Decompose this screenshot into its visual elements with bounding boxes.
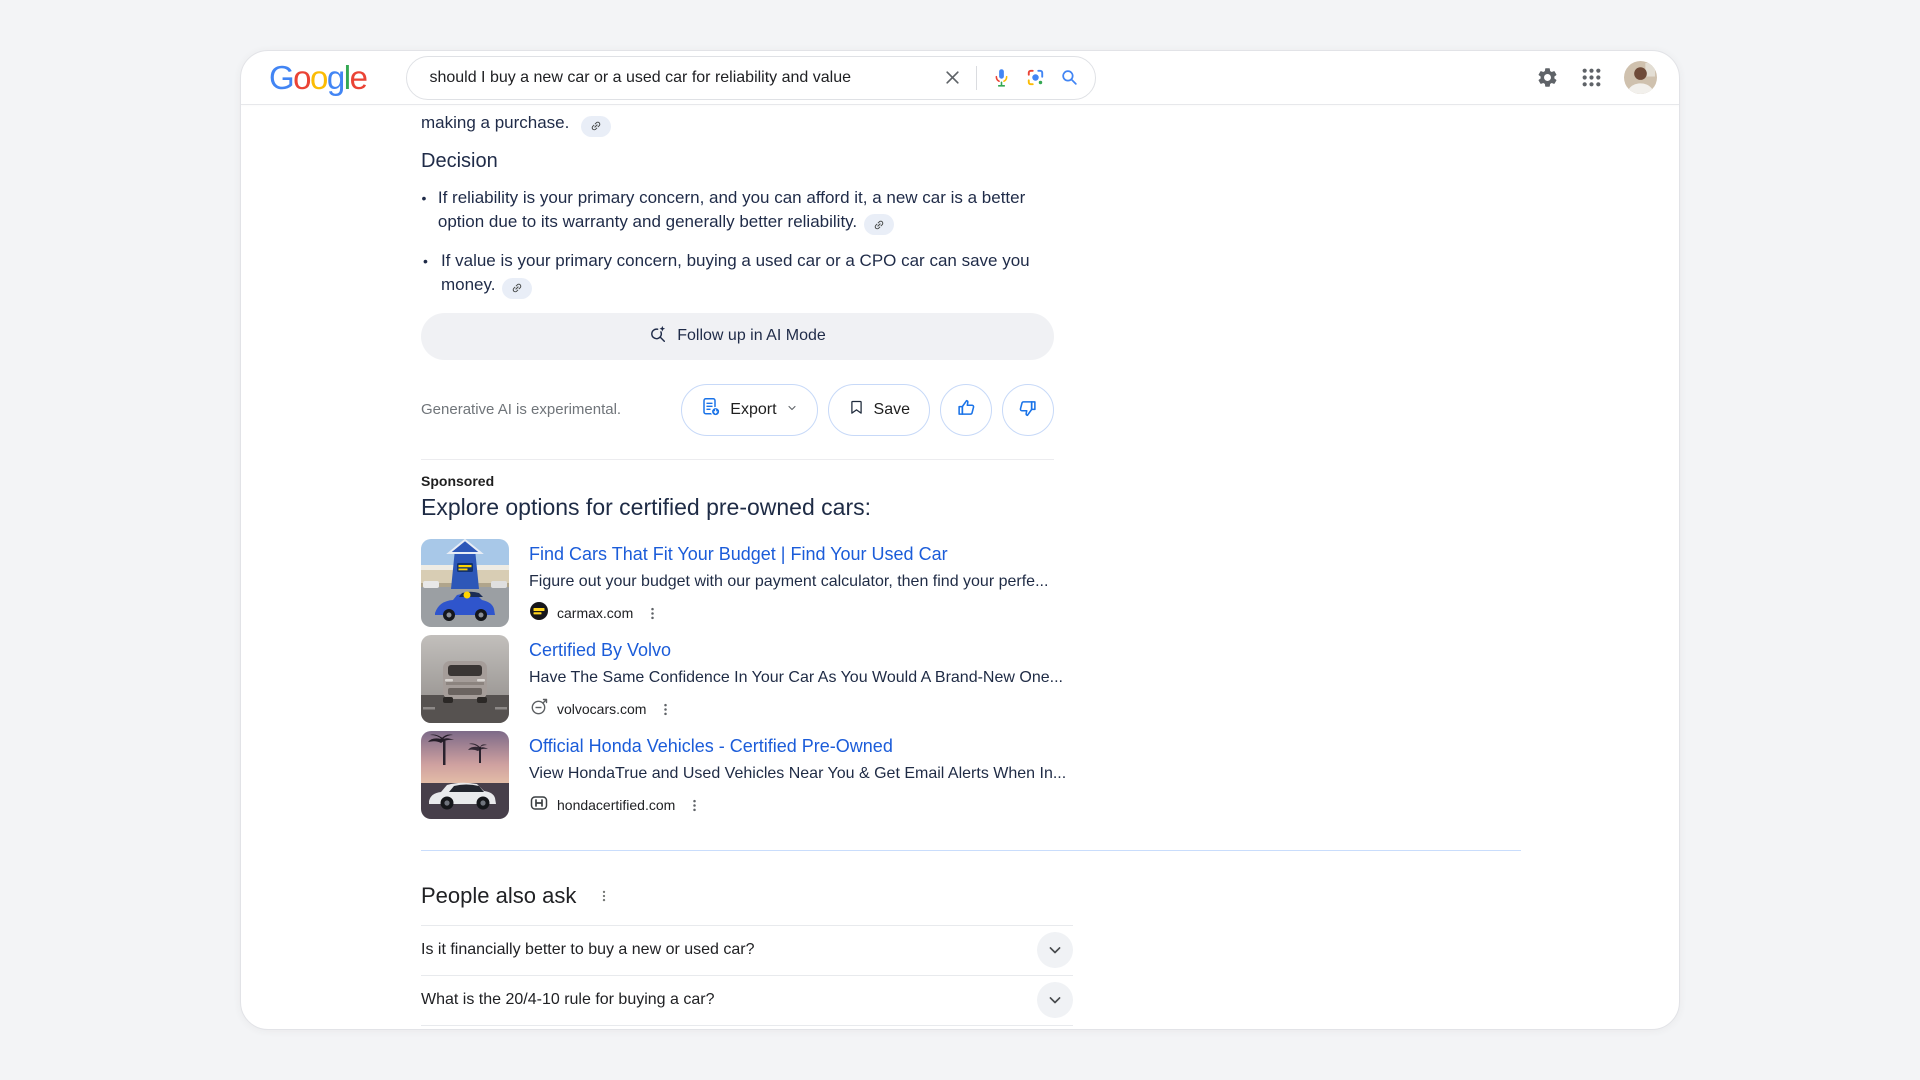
ad-thumbnail-volvo-suv[interactable] (421, 635, 509, 723)
paa-question-text: Is it financially better to buy a new or… (421, 941, 755, 959)
voice-search-icon[interactable] (992, 68, 1011, 87)
bullet-text: If value is your primary concern, buying… (441, 249, 1054, 299)
decision-heading: Decision (421, 150, 1054, 173)
ad-content: Find Cars That Fit Your Budget | Find Yo… (529, 539, 1048, 627)
ad-title-link[interactable]: Official Honda Vehicles - Certified Pre-… (529, 735, 1066, 758)
search-results-card: G o o g l e should I buy a new car or a … (240, 50, 1680, 1030)
ad-title-link[interactable]: Find Cars That Fit Your Budget | Find Yo… (529, 543, 1048, 566)
section-divider (421, 459, 1054, 460)
people-also-ask-heading: People also ask (421, 883, 576, 909)
settings-gear-icon[interactable] (1536, 66, 1559, 89)
top-bar: G o o g l e should I buy a new car or a … (241, 51, 1679, 105)
logo-letter: e (350, 59, 367, 97)
honda-favicon (529, 793, 549, 818)
search-icon[interactable] (1060, 68, 1079, 87)
thumbs-down-button[interactable] (1002, 384, 1054, 436)
paa-question-row[interactable]: What is the 20/4-10 rule for buying a ca… (421, 976, 1073, 1026)
ad-title-link[interactable]: Certified By Volvo (529, 639, 1063, 662)
source-link-chip[interactable] (502, 278, 532, 299)
follow-up-label: Follow up in AI Mode (677, 327, 826, 345)
ad-content: Official Honda Vehicles - Certified Pre-… (529, 731, 1066, 819)
clear-search-icon[interactable] (944, 69, 961, 86)
ad-thumbnail-honda-car[interactable] (421, 731, 509, 819)
search-box-icons (944, 66, 1079, 90)
bullet-marker: • (421, 186, 427, 236)
ad-domain: carmax.com (557, 605, 633, 621)
bullet-item: • If reliability is your primary concern… (421, 186, 1054, 236)
ai-actions-row: Generative AI is experimental. Export (421, 384, 1054, 436)
export-icon (701, 397, 721, 422)
ai-overview-paragraph: making a purchase. (421, 111, 1054, 137)
bullet-text: If reliability is your primary concern, … (438, 186, 1054, 236)
google-logo[interactable]: G o o g l e (269, 59, 366, 97)
ad-content: Certified By Volvo Have The Same Confide… (529, 635, 1063, 723)
export-label: Export (730, 401, 776, 419)
thumbs-up-icon (955, 397, 977, 422)
sponsored-heading: Explore options for certified pre-owned … (421, 494, 1679, 521)
people-also-ask-header: People also ask (421, 883, 1679, 909)
ads-list: Find Cars That Fit Your Budget | Find Yo… (421, 539, 1679, 819)
ad-meta: volvocars.com (529, 697, 1063, 722)
ad-description: View HondaTrue and Used Vehicles Near Yo… (529, 763, 1066, 785)
chevron-down-icon (786, 401, 798, 419)
ad-row: Find Cars That Fit Your Budget | Find Yo… (421, 539, 1679, 627)
logo-letter: g (327, 59, 344, 97)
search-input[interactable]: should I buy a new car or a used car for… (429, 69, 944, 87)
carmax-favicon (529, 601, 549, 626)
ad-menu-icon[interactable] (645, 606, 660, 621)
people-also-ask-section: People also ask Is it financially better… (421, 883, 1679, 1026)
ad-domain: hondacertified.com (557, 797, 675, 813)
ad-description: Have The Same Confidence In Your Car As … (529, 667, 1063, 689)
source-link-chip[interactable] (864, 214, 894, 235)
thumbs-up-button[interactable] (940, 384, 992, 436)
results-column: making a purchase. Decision • If reliabi… (241, 105, 1679, 1026)
ad-meta: carmax.com (529, 601, 1048, 626)
action-buttons: Export Save (681, 384, 1054, 436)
ai-mode-icon (649, 325, 667, 348)
ai-overview-section: making a purchase. Decision • If reliabi… (421, 111, 1054, 436)
thumbs-down-icon (1017, 397, 1039, 422)
ai-overview-text: making a purchase. (421, 113, 569, 132)
logo-letter: G (269, 59, 293, 97)
ad-menu-icon[interactable] (658, 702, 673, 717)
logo-letter: o (310, 59, 327, 97)
ad-description: Figure out your budget with our payment … (529, 571, 1048, 593)
results-divider (421, 850, 1521, 851)
ad-meta: hondacertified.com (529, 793, 1066, 818)
source-link-chip[interactable] (581, 116, 611, 137)
ad-row: Certified By Volvo Have The Same Confide… (421, 635, 1679, 723)
sponsored-label: Sponsored (421, 473, 1679, 489)
follow-up-ai-mode-button[interactable]: Follow up in AI Mode (421, 313, 1054, 360)
expand-chevron-icon[interactable] (1037, 982, 1073, 1018)
ad-menu-icon[interactable] (687, 798, 702, 813)
people-also-ask-list: Is it financially better to buy a new or… (421, 925, 1073, 1026)
volvo-favicon (529, 697, 549, 722)
save-button[interactable]: Save (828, 384, 930, 436)
bookmark-icon (848, 399, 865, 421)
people-also-ask-menu-icon[interactable] (597, 889, 611, 903)
export-button[interactable]: Export (681, 384, 817, 436)
bullet-marker: • (421, 249, 430, 299)
search-divider (976, 66, 977, 90)
paa-question-row[interactable]: Is it financially better to buy a new or… (421, 926, 1073, 976)
search-box[interactable]: should I buy a new car or a used car for… (406, 56, 1096, 100)
sponsored-section: Sponsored Explore options for certified … (421, 473, 1679, 819)
generative-ai-disclaimer: Generative AI is experimental. (421, 401, 621, 418)
ad-thumbnail-carmax-storefront[interactable] (421, 539, 509, 627)
expand-chevron-icon[interactable] (1037, 932, 1073, 968)
lens-icon[interactable] (1026, 68, 1045, 87)
paa-question-text: What is the 20/4-10 rule for buying a ca… (421, 991, 715, 1009)
save-label: Save (874, 401, 910, 419)
bullet-item: • If value is your primary concern, buyi… (421, 249, 1054, 299)
apps-grid-icon[interactable] (1581, 67, 1602, 88)
logo-letter: o (293, 59, 310, 97)
top-right-controls (1536, 61, 1657, 94)
profile-avatar[interactable] (1624, 61, 1657, 94)
ad-row: Official Honda Vehicles - Certified Pre-… (421, 731, 1679, 819)
decision-bullets: • If reliability is your primary concern… (421, 186, 1054, 299)
ad-domain: volvocars.com (557, 701, 646, 717)
